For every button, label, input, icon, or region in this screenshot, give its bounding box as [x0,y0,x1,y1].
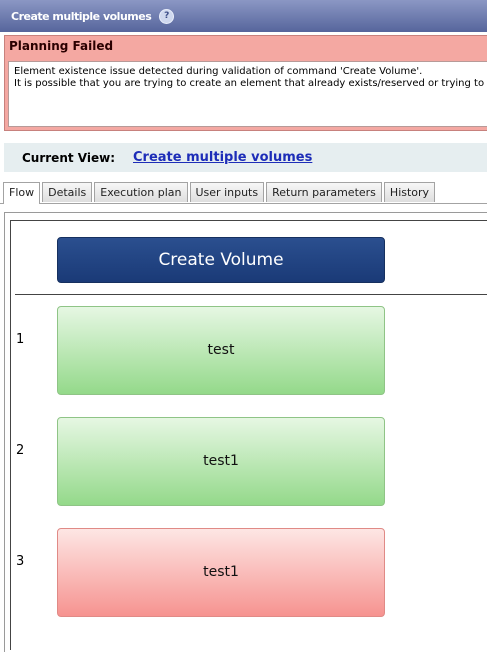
current-view-label: Current View: [22,150,115,165]
tab-return-parameters[interactable]: Return parameters [266,182,382,202]
tab-history[interactable]: History [383,182,436,202]
flow-step-1[interactable]: test [57,306,385,395]
error-message-box[interactable]: Element existence issue detected during … [8,61,487,127]
tab-details[interactable]: Details [42,182,93,202]
current-view-bar: Current View: Create multiple volumes [4,143,487,172]
current-view-link[interactable]: Create multiple volumes [133,150,312,165]
error-message-line-2: It is possible that you are trying to cr… [14,78,487,89]
error-title: Planning Failed [9,39,114,53]
flow-step-2[interactable]: test1 [57,417,385,506]
row-number: 2 [16,443,25,458]
error-message-line-1: Element existence issue detected during … [14,66,423,77]
command-header: Create Volume [57,237,385,283]
tab-flow[interactable]: Flow [3,182,41,204]
help-icon[interactable]: ? [159,8,175,24]
window-title: Create multiple volumes [11,9,152,23]
planning-error-panel: Planning Failed Element existence issue … [4,35,487,131]
flow-step-3-failed[interactable]: test1 [57,528,385,617]
tab-execution-plan[interactable]: Execution plan [94,182,188,202]
row-number: 1 [16,332,25,347]
tab-user-inputs[interactable]: User inputs [189,182,265,202]
row-number: 3 [16,554,25,569]
flow-header-divider [15,294,487,295]
window-title-bar: Create multiple volumes ? [0,0,487,32]
tab-strip: Flow Details Execution plan User inputs … [3,182,437,204]
